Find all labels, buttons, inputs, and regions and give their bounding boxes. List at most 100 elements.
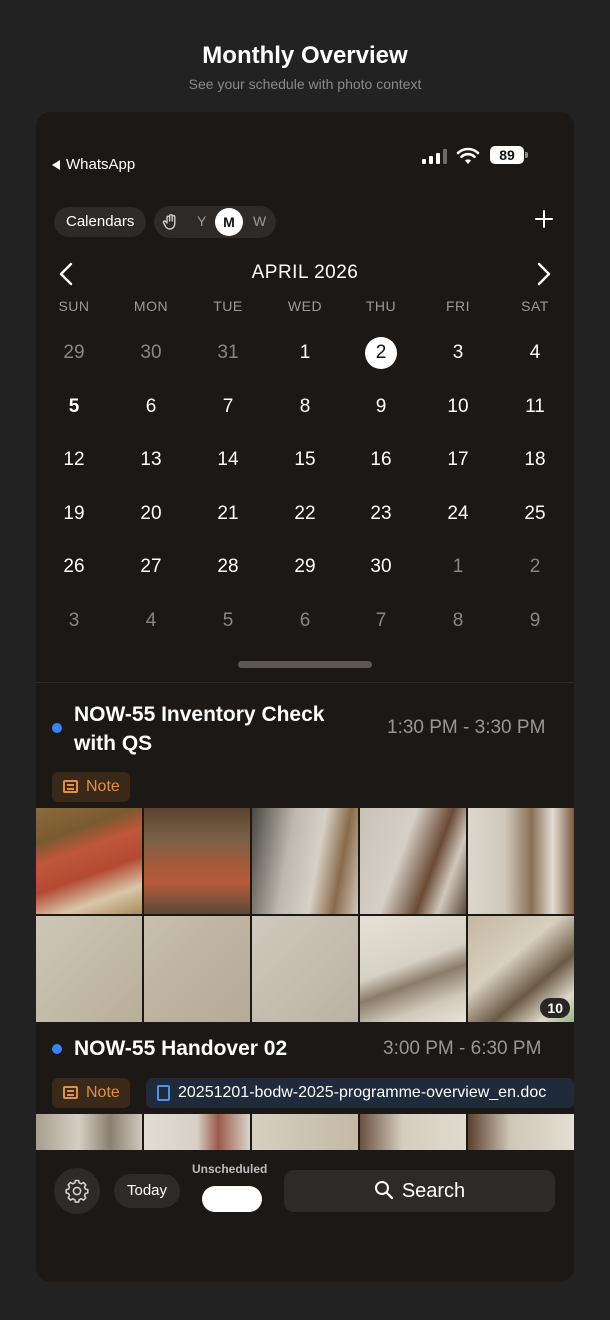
weekday-label: THU [365,298,397,314]
calendar-day[interactable]: 19 [54,494,94,534]
weekday-label: SUN [58,298,90,314]
calendar-day[interactable]: 22 [285,494,325,534]
calendar-day[interactable]: 27 [131,547,171,587]
calendar-day[interactable]: 7 [361,601,401,641]
phone-screen: WhatsApp 89 Calendars Y M W APRIL 2026 S… [36,112,574,1282]
month-title: APRIL 2026 [251,262,359,283]
hand-gesture-icon[interactable] [162,213,180,231]
gear-icon [65,1179,89,1203]
weekday-label: WED [287,298,323,314]
event-color-dot [52,723,62,733]
weekday-label: TUE [213,298,243,314]
calendar-day[interactable]: 4 [515,333,555,373]
photo-thumbnail[interactable] [144,916,250,1022]
photo-thumbnail[interactable] [144,1114,250,1150]
calendar-day[interactable]: 30 [361,547,401,587]
calendar-day[interactable]: 17 [438,440,478,480]
calendar-day[interactable]: 21 [208,494,248,534]
calendar-day[interactable]: 9 [361,387,401,427]
event-color-dot [52,1044,62,1054]
calendar-day[interactable]: 5 [54,387,94,427]
calendar-day[interactable]: 6 [285,601,325,641]
divider [36,682,574,683]
calendar-day[interactable]: 9 [515,601,555,641]
back-triangle-icon [52,159,60,170]
bottom-bar: Today Unscheduled Search [36,1150,574,1282]
unscheduled-toggle[interactable] [202,1186,262,1212]
photo-thumbnail[interactable] [36,808,142,914]
photo-thumbnail[interactable] [468,1114,574,1150]
note-icon [63,1086,78,1099]
calendar-day[interactable]: 13 [131,440,171,480]
calendar-day[interactable]: 18 [515,440,555,480]
calendar-day[interactable]: 20 [131,494,171,534]
photo-thumbnail[interactable] [360,1114,466,1150]
photo-thumbnail[interactable] [360,808,466,914]
calendar-day[interactable]: 28 [208,547,248,587]
event-title[interactable]: NOW-55 Handover 02 [74,1034,374,1063]
calendar-day[interactable]: 12 [54,440,94,480]
calendar-day[interactable]: 3 [54,601,94,641]
calendar-day[interactable]: 5 [208,601,248,641]
note-label: Note [86,778,120,795]
photo-thumbnail[interactable] [468,808,574,914]
photo-thumbnail[interactable] [252,1114,358,1150]
calendar-day[interactable]: 29 [54,333,94,373]
calendar-day[interactable]: 25 [515,494,555,534]
photo-thumbnail[interactable] [144,808,250,914]
photo-thumbnail[interactable] [252,808,358,914]
battery-indicator: 89 [490,146,524,164]
calendar-day[interactable]: 14 [208,440,248,480]
photo-thumbnail[interactable] [36,916,142,1022]
back-app-label: WhatsApp [66,156,136,173]
calendar-day[interactable]: 30 [131,333,171,373]
extra-photo-count-badge: 10 [540,998,570,1018]
calendar-day[interactable]: 24 [438,494,478,534]
note-chip[interactable]: Note [52,1078,130,1108]
calendar-day[interactable]: 1 [438,547,478,587]
chevron-right-icon[interactable] [536,262,552,286]
calendar-day[interactable]: 10 [438,387,478,427]
page-subtitle: See your schedule with photo context [188,76,422,92]
calendar-day[interactable]: 23 [361,494,401,534]
back-to-app-link[interactable]: WhatsApp [52,156,135,173]
photo-thumbnail[interactable] [252,916,358,1022]
calendar-day[interactable]: 7 [208,387,248,427]
view-mode-month[interactable]: M [215,208,243,236]
add-event-icon[interactable] [533,208,555,230]
calendar-day[interactable]: 26 [54,547,94,587]
calendar-day[interactable]: 6 [131,387,171,427]
calendars-button[interactable]: Calendars [54,207,147,237]
calendar-day[interactable]: 15 [285,440,325,480]
calendar-day[interactable]: 31 [208,333,248,373]
attachment-chip[interactable]: 20251201-bodw-2025-programme-overview_en… [146,1078,574,1108]
calendar-day[interactable]: 2 [361,333,401,373]
view-mode-year[interactable]: Y [197,213,206,229]
drag-handle[interactable] [238,661,372,668]
event-title[interactable]: NOW-55 Inventory Check with QS [74,700,374,758]
month-grid: 29 30 31 1 2 3 4 5 6 7 8 9 10 11 12 13 14 15 16 17 18 19 20 21 2… [36,328,574,648]
photo-thumbnail[interactable] [360,916,466,1022]
today-button[interactable]: Today [114,1174,181,1208]
calendar-day[interactable]: 4 [131,601,171,641]
calendar-day[interactable]: 2 [515,547,555,587]
calendar-day[interactable]: 8 [438,601,478,641]
view-mode-week[interactable]: W [253,213,266,229]
calendar-day[interactable]: 1 [285,333,325,373]
note-label: Note [86,1084,120,1101]
calendar-day[interactable]: 8 [285,387,325,427]
event-time: 1:30 PM - 3:30 PM [387,717,546,738]
photo-thumbnail[interactable] [36,1114,142,1150]
event-photo-grid: 10 [36,808,574,1022]
photo-thumbnail[interactable]: 10 [468,916,574,1022]
calendar-day[interactable]: 3 [438,333,478,373]
calendar-day[interactable]: 16 [361,440,401,480]
settings-button[interactable] [54,1168,100,1214]
calendar-day[interactable]: 29 [285,547,325,587]
search-button[interactable]: Search [284,1170,555,1212]
note-chip[interactable]: Note [52,772,130,802]
weekday-label: FRI [445,298,471,314]
calendar-day[interactable]: 11 [515,387,555,427]
event-photo-grid [36,1114,574,1150]
unscheduled-label: Unscheduled [192,1162,268,1176]
